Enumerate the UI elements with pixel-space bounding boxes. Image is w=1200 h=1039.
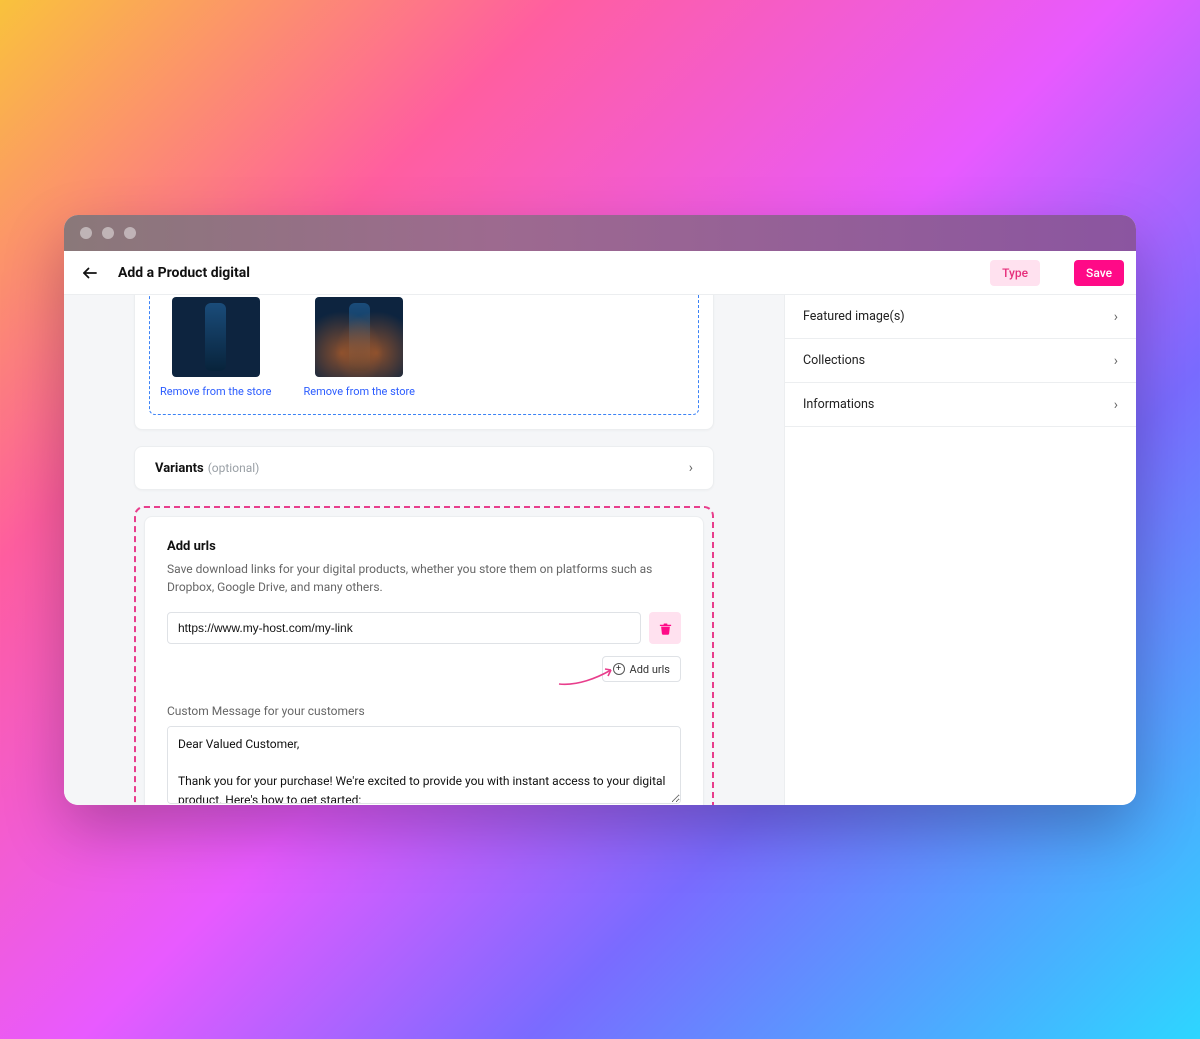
sidebar-item-label: Informations xyxy=(803,397,874,412)
sidebar-item-collections[interactable]: Collections › xyxy=(785,339,1136,383)
page-header: Add a Product digital Type Save xyxy=(64,251,1136,295)
page-body: Remove from the store Remove from the st… xyxy=(64,295,1136,805)
main-scroll-area[interactable]: Remove from the store Remove from the st… xyxy=(64,295,784,805)
url-row xyxy=(167,612,681,644)
image-tile: Remove from the store xyxy=(303,297,414,398)
traffic-light-close[interactable] xyxy=(80,227,92,239)
browser-window: Add a Product digital Type Save Remove f… xyxy=(64,215,1136,805)
page-title: Add a Product digital xyxy=(118,265,250,281)
add-urls-description: Save download links for your digital pro… xyxy=(167,560,681,596)
add-urls-row: + Add urls xyxy=(167,656,681,682)
image-tile: Remove from the store xyxy=(160,297,271,398)
url-input[interactable] xyxy=(167,612,641,644)
right-sidebar: Featured image(s) › Collections › Inform… xyxy=(784,295,1136,805)
add-urls-button[interactable]: + Add urls xyxy=(602,656,681,682)
trash-icon xyxy=(658,621,673,636)
chevron-right-icon: › xyxy=(689,460,693,476)
custom-message-label: Custom Message for your customers xyxy=(167,704,681,718)
add-urls-card: Add urls Save download links for your di… xyxy=(144,516,704,805)
variants-label: Variants xyxy=(155,461,204,476)
sidebar-item-informations[interactable]: Informations › xyxy=(785,383,1136,427)
back-button[interactable] xyxy=(76,259,104,287)
sidebar-item-label: Featured image(s) xyxy=(803,309,905,324)
variants-optional-label: (optional) xyxy=(208,461,260,475)
remove-image-link[interactable]: Remove from the store xyxy=(160,385,271,398)
product-image-thumbnail[interactable] xyxy=(315,297,403,377)
type-button[interactable]: Type xyxy=(990,260,1040,286)
add-urls-title: Add urls xyxy=(167,539,681,554)
images-dropzone[interactable]: Remove from the store Remove from the st… xyxy=(149,295,699,415)
sidebar-item-label: Collections xyxy=(803,353,865,368)
custom-message-textarea[interactable] xyxy=(167,726,681,804)
plus-circle-icon: + xyxy=(613,663,625,675)
product-image-thumbnail[interactable] xyxy=(172,297,260,377)
highlight-annotation: Add urls Save download links for your di… xyxy=(134,506,714,805)
variants-panel[interactable]: Variants (optional) › xyxy=(134,446,714,490)
remove-image-link[interactable]: Remove from the store xyxy=(303,385,414,398)
save-button[interactable]: Save xyxy=(1074,260,1124,286)
delete-url-button[interactable] xyxy=(649,612,681,644)
traffic-light-zoom[interactable] xyxy=(124,227,136,239)
sidebar-item-featured-images[interactable]: Featured image(s) › xyxy=(785,295,1136,339)
window-titlebar xyxy=(64,215,1136,251)
chevron-right-icon: › xyxy=(1114,309,1118,325)
images-card: Remove from the store Remove from the st… xyxy=(134,295,714,430)
chevron-right-icon: › xyxy=(1114,397,1118,413)
add-urls-button-label: Add urls xyxy=(630,663,670,676)
traffic-light-minimize[interactable] xyxy=(102,227,114,239)
arrow-left-icon xyxy=(81,264,99,282)
chevron-right-icon: › xyxy=(1114,353,1118,369)
